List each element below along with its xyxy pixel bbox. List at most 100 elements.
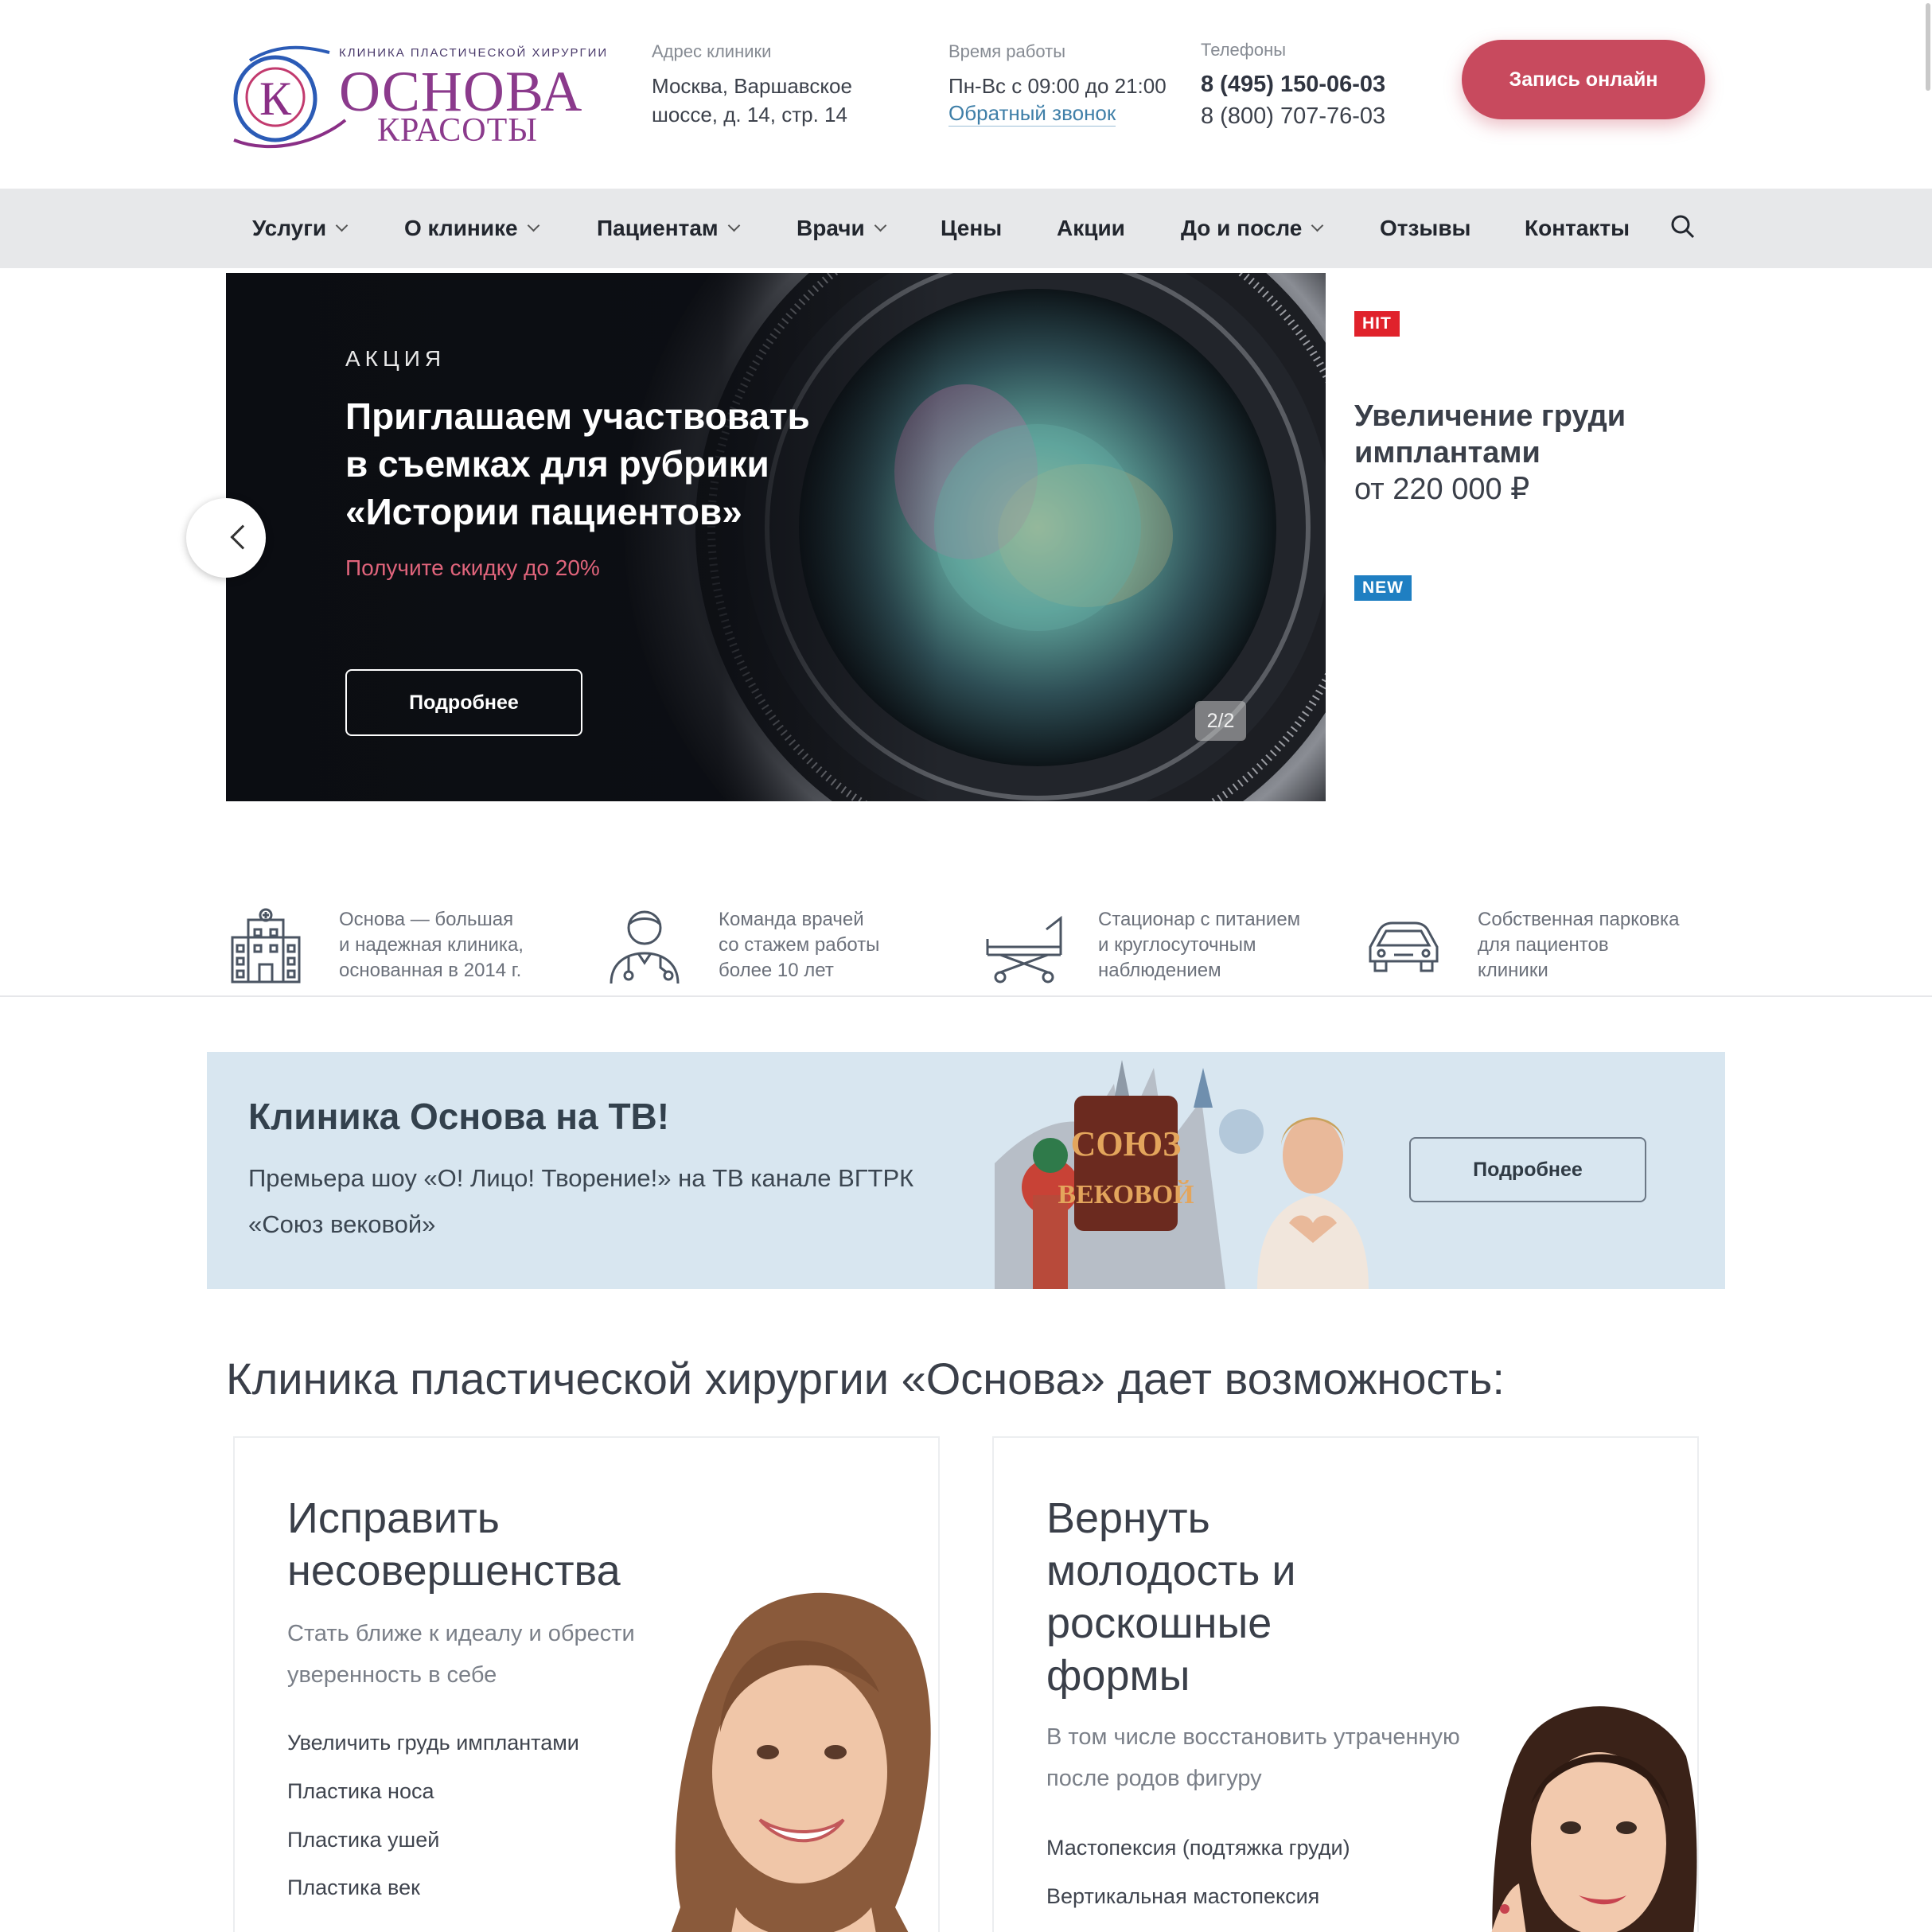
logo-tagline: КЛИНИКА ПЛАСТИЧЕСКОЙ ХИРУРГИИ: [339, 46, 609, 60]
chevron-down-icon: [727, 219, 740, 232]
address-label: Адрес клиники: [652, 41, 772, 61]
service-link[interactable]: Вертикальная мастопексия: [1046, 1884, 1319, 1909]
hit-badge: HIT: [1354, 311, 1400, 337]
hours-value: Пн-Вс с 09:00 до 21:00: [948, 74, 1167, 98]
feature-text: Основа — большая и надежная клиника, осн…: [339, 907, 562, 984]
logo-name-bottom: КРАСОТЫ: [377, 112, 538, 149]
service-card[interactable]: Вернуть молодость и роскошные формы В то…: [992, 1436, 1699, 1932]
card-subtitle: В том числе восстановить утраченную посл…: [1046, 1716, 1492, 1799]
feature-item: [605, 906, 684, 989]
chevron-down-icon: [874, 219, 886, 232]
callback-link[interactable]: Обратный звонок: [948, 100, 1116, 127]
card-subtitle-line: после родов фигуру: [1046, 1766, 1262, 1791]
feature-item: [1364, 906, 1443, 989]
phones-block: Телефоны 8 (495) 150-06-03 8 (800) 707-7…: [1201, 40, 1385, 132]
main-nav: Услуги О клинике Пациентам Врачи Цены Ак…: [0, 189, 1932, 268]
nav-label: Отзывы: [1380, 216, 1471, 240]
nav-item-promotions[interactable]: Акции: [1057, 189, 1125, 268]
online-booking-button[interactable]: Запись онлайн: [1462, 40, 1705, 119]
logo-monogram: К: [259, 72, 292, 125]
section-divider: [0, 995, 1932, 997]
nav-label: Пациентам: [597, 216, 719, 240]
hero-subtitle: Получите скидку до 20%: [345, 555, 600, 580]
woman-portrait-image: [1491, 1706, 1697, 1932]
phone-secondary[interactable]: 8 (800) 707-76-03: [1201, 100, 1385, 132]
clinic-logo[interactable]: К КЛИНИКА ПЛАСТИЧЕСКОЙ ХИРУРГИИ ОСНОВА К…: [226, 45, 606, 156]
service-link[interactable]: Мастопексия (подтяжка груди): [1046, 1836, 1350, 1860]
section-title: Клиника пластической хирургии «Основа» д…: [226, 1354, 1505, 1404]
hours-label: Время работы: [948, 41, 1066, 61]
hero-title-line: в съемках для рубрики: [345, 443, 769, 485]
nav-label: Контакты: [1525, 216, 1630, 240]
nav-item-contacts[interactable]: Контакты: [1525, 189, 1630, 268]
card-subtitle-line: В том числе восстановить утраченную: [1046, 1724, 1460, 1750]
search-icon[interactable]: [1669, 212, 1697, 241]
clinic-building-icon: [231, 908, 301, 984]
hours-block: Время работы Пн-Вс с 09:00 до 21:00 Обра…: [948, 41, 1167, 127]
chevron-down-icon: [1311, 219, 1324, 232]
doctor-icon: [610, 910, 680, 984]
feature-line: со стажем работы: [719, 934, 880, 956]
card-title-line: роскошные: [1046, 1599, 1272, 1647]
promo-price: от 220 000 ₽: [1354, 473, 1530, 506]
service-link[interactable]: Пластика ушей: [287, 1828, 439, 1852]
feature-text: Команда врачей со стажем работы более 10…: [719, 907, 941, 984]
feature-line: Стационар с питанием: [1098, 909, 1301, 930]
nav-label: Акции: [1057, 216, 1125, 240]
chevron-down-icon: [527, 219, 539, 232]
nav-item-before-after[interactable]: До и после: [1181, 189, 1324, 268]
feature-line: и круглосуточным: [1098, 934, 1256, 956]
tv-logo-line2: ВЕКОВОЙ: [1058, 1180, 1194, 1209]
new-badge: NEW: [1354, 575, 1412, 601]
car-icon: [1369, 921, 1439, 972]
nav-label: До и после: [1181, 216, 1303, 240]
tv-show-image: СОЮЗ ВЕКОВОЙ: [995, 1052, 1440, 1289]
feature-item: [984, 906, 1064, 989]
address-line1: Москва, Варшавское: [652, 74, 852, 98]
phones-label: Телефоны: [1201, 40, 1287, 60]
feature-line: основанная в 2014 г.: [339, 960, 522, 981]
address-line2: шоссе, д. 14, стр. 14: [652, 103, 847, 127]
feature-line: Собственная парковка: [1478, 909, 1680, 930]
nav-item-prices[interactable]: Цены: [941, 189, 1002, 268]
nav-item-services[interactable]: Услуги: [252, 189, 349, 268]
phone-primary[interactable]: 8 (495) 150-06-03: [1201, 68, 1385, 100]
service-link[interactable]: Пластика носа: [287, 1779, 434, 1804]
page-scrollbar[interactable]: [1926, 3, 1930, 91]
card-title-line: молодость и: [1046, 1547, 1296, 1595]
tv-text-line: Премьера шоу «О! Лицо! Творение!» на ТВ …: [248, 1164, 914, 1192]
tv-text-line: «Союз вековой»: [248, 1210, 436, 1238]
hero-slider: АКЦИЯ Приглашаем участвовать в съемках д…: [226, 273, 1326, 801]
service-link[interactable]: Увеличить грудь имплантами: [287, 1731, 579, 1755]
tv-banner: Клиника Основа на ТВ! Премьера шоу «О! Л…: [207, 1052, 1725, 1289]
feature-line: и надежная клиника,: [339, 934, 524, 956]
service-card[interactable]: Исправить несовершенства Стать ближе к и…: [233, 1436, 940, 1932]
feature-line: Команда врачей: [719, 909, 864, 930]
nav-label: Врачи: [797, 216, 865, 240]
nav-item-about[interactable]: О клинике: [404, 189, 539, 268]
nav-item-reviews[interactable]: Отзывы: [1380, 189, 1470, 268]
hero-details-button[interactable]: Подробнее: [345, 669, 582, 736]
promo-card-link[interactable]: Увеличение груди имплантами от 220 000 ₽: [1354, 398, 1657, 508]
nav-label: О клинике: [404, 216, 518, 240]
feature-line: клиники: [1478, 960, 1548, 981]
slider-prev-button[interactable]: [186, 498, 266, 578]
tv-title: Клиника Основа на ТВ!: [248, 1096, 670, 1137]
service-link[interactable]: Пластика век: [287, 1876, 420, 1900]
card-title-line: формы: [1046, 1652, 1190, 1700]
hospital-bed-icon: [986, 915, 1062, 984]
hero-eyebrow: АКЦИЯ: [345, 346, 446, 371]
woman-portrait-image: [671, 1592, 931, 1932]
promo-title-line: имплантами: [1354, 436, 1541, 469]
nav-label: Услуги: [252, 216, 327, 240]
nav-item-patients[interactable]: Пациентам: [597, 189, 740, 268]
tv-text: Премьера шоу «О! Лицо! Творение!» на ТВ …: [248, 1155, 980, 1248]
slide-counter: 2/2: [1195, 701, 1246, 741]
promo-title-line: Увеличение груди: [1354, 399, 1626, 433]
tv-details-button[interactable]: Подробнее: [1409, 1137, 1646, 1202]
feature-text: Собственная парковка для пациентов клини…: [1478, 907, 1716, 984]
address-block: Адрес клиники Москва, Варшавское шоссе, …: [652, 41, 852, 129]
nav-item-doctors[interactable]: Врачи: [797, 189, 886, 268]
feature-text: Стационар с питанием и круглосуточным на…: [1098, 907, 1337, 984]
card-title: Вернуть молодость и роскошные формы: [1046, 1492, 1492, 1702]
